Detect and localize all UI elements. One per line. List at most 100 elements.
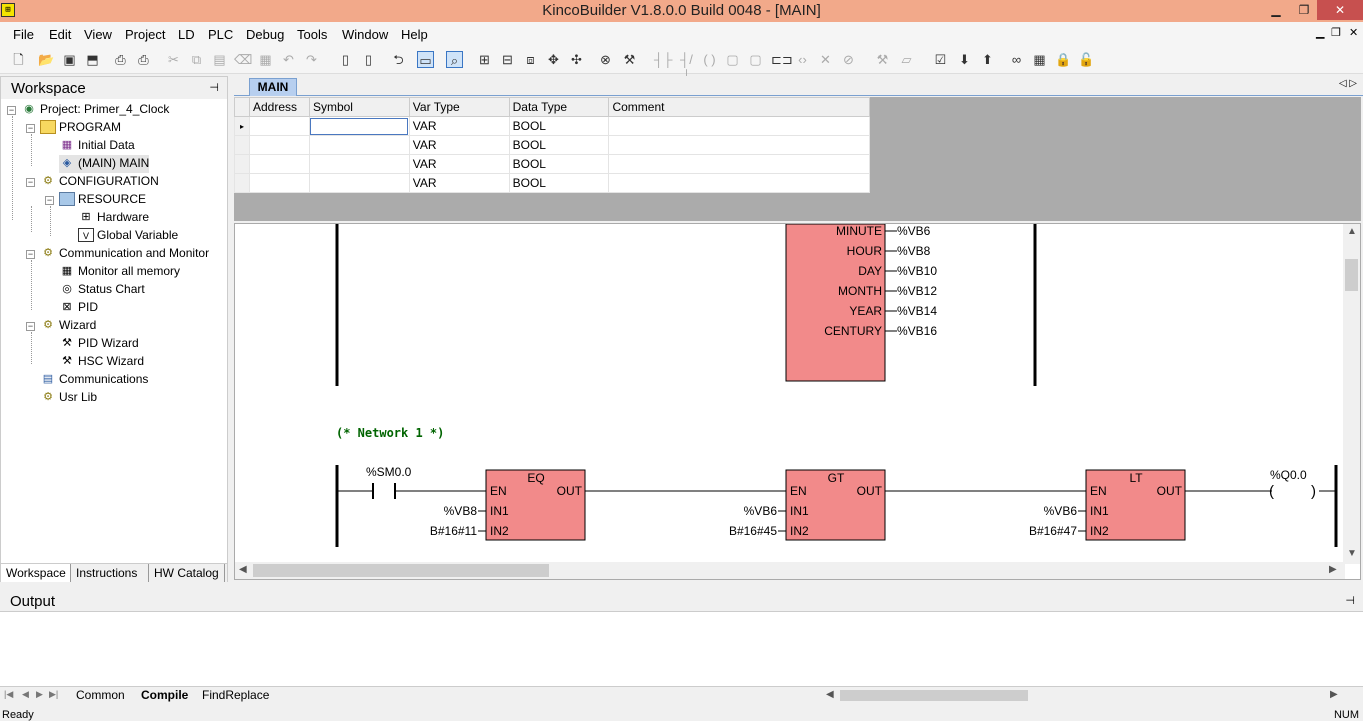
branch-icon[interactable]: ⊏⊐ — [771, 51, 793, 68]
menu-plc[interactable]: PLC — [208, 27, 233, 42]
menu-view[interactable]: View — [84, 27, 112, 42]
coil-icon[interactable]: ( ) — [701, 51, 718, 68]
tree-item-configuration[interactable]: ⚙ CONFIGURATION — [40, 173, 159, 191]
tree-item-global-variable[interactable]: V Global Variable — [78, 227, 178, 245]
tree-item-wizard[interactable]: ⚙ Wizard — [40, 317, 96, 335]
tree-item-project[interactable]: ◉ Project: Primer_4_Clock — [21, 101, 169, 119]
function-block-icon[interactable]: ▢ — [747, 51, 764, 68]
coil-right-paren[interactable]: ) — [1311, 483, 1316, 500]
tools-icon[interactable]: ⚒ — [874, 51, 891, 68]
cell-address[interactable] — [248, 154, 310, 174]
minimize-button[interactable]: ▁ — [1262, 0, 1290, 20]
scroll-thumb[interactable] — [1345, 259, 1358, 291]
tree-item-monitor-memory[interactable]: ▦ Monitor all memory — [59, 263, 180, 281]
prev-tab-icon[interactable]: ◀ — [22, 689, 29, 700]
mdi-minimize-icon[interactable]: ▁ — [1316, 26, 1324, 39]
cell-comment[interactable] — [608, 173, 870, 193]
collapse-program-icon[interactable]: − — [26, 124, 35, 133]
tab-compile[interactable]: Compile — [141, 688, 188, 702]
col-address[interactable]: Address — [248, 97, 310, 117]
cell-symbol[interactable] — [308, 173, 410, 193]
cell-var-type[interactable]: VAR — [408, 173, 510, 193]
scroll-down-icon[interactable]: ▼ — [1347, 548, 1357, 559]
tab-instructions[interactable]: Instructions — [71, 564, 149, 582]
menu-window[interactable]: Window — [342, 27, 388, 42]
scroll-left-icon[interactable]: ◀ — [826, 689, 834, 700]
col-comment[interactable]: Comment — [608, 97, 870, 117]
cell-var-type[interactable]: VAR — [408, 116, 510, 136]
expand-icon[interactable]: ✣ — [568, 51, 585, 68]
tree-item-resource[interactable]: RESOURCE — [59, 191, 146, 209]
scroll-left-icon[interactable]: ◀ — [239, 564, 247, 575]
cell-comment[interactable] — [608, 116, 870, 136]
new-icon[interactable]: 🗋 — [10, 51, 27, 68]
cell-data-type[interactable]: BOOL — [508, 173, 610, 193]
remove-icon[interactable]: ✕ — [817, 51, 834, 68]
compile-all-icon[interactable]: ⚒ — [621, 51, 638, 68]
menu-help[interactable]: Help — [401, 27, 428, 42]
scroll-thumb[interactable] — [253, 564, 549, 577]
cut-icon[interactable]: ✂ — [165, 51, 182, 68]
cell-comment[interactable] — [608, 135, 870, 155]
tree-item-status-chart[interactable]: ◎ Status Chart — [59, 281, 145, 299]
brackets-icon[interactable]: ‹› — [794, 51, 811, 68]
move-icon[interactable]: ✥ — [545, 51, 562, 68]
compile-icon[interactable]: ⊗ — [597, 51, 614, 68]
tab-common[interactable]: Common — [76, 688, 125, 702]
delete-icon[interactable]: ⌫ — [234, 51, 252, 68]
cell-data-type[interactable]: BOOL — [508, 154, 610, 174]
contact-nc-icon[interactable]: ┤/├ — [678, 51, 695, 84]
zoom-icon[interactable]: ⌕ — [446, 51, 463, 68]
tree-item-hsc-wizard[interactable]: ⚒ HSC Wizard — [59, 353, 144, 371]
next-tab-icon[interactable]: ▶ — [36, 689, 43, 700]
tree-item-program[interactable]: PROGRAM — [40, 119, 121, 137]
delete-branch-icon[interactable]: ⊘ — [840, 51, 857, 68]
menu-edit[interactable]: Edit — [49, 27, 71, 42]
download-icon[interactable]: ⬇ — [956, 51, 973, 68]
open-icon[interactable]: 📂 — [38, 51, 55, 68]
editor-horizontal-scrollbar[interactable]: ◀ ▶ — [235, 562, 1345, 579]
editor-vertical-scrollbar[interactable]: ▲ ▼ — [1343, 224, 1360, 564]
lock-icon[interactable]: 🔒 — [1055, 51, 1072, 68]
cell-comment[interactable] — [608, 154, 870, 174]
check-icon[interactable]: ☑ — [932, 51, 949, 68]
tab-findreplace[interactable]: FindReplace — [202, 688, 269, 702]
mdi-restore-icon[interactable]: ❐ — [1331, 26, 1341, 39]
row-header[interactable] — [234, 173, 250, 193]
tree-item-communications[interactable]: ▤ Communications — [40, 371, 149, 389]
ladder-diagram[interactable]: MINUTE %VB6 HOUR %VB8 DAY %VB10 MONTH %VB12 YEAR… — [235, 224, 1345, 564]
page-icon[interactable]: ▯ — [337, 51, 354, 68]
collapse-configuration-icon[interactable]: − — [26, 178, 35, 187]
cell-address[interactable] — [248, 173, 310, 193]
scroll-right-icon[interactable]: ▶ — [1329, 564, 1337, 575]
insert-column-icon[interactable]: ⧈ — [522, 51, 539, 68]
tree-item-initial-data[interactable]: ▦ Initial Data — [59, 137, 135, 155]
save-all-icon[interactable]: ▣ — [61, 51, 78, 68]
collapse-project-icon[interactable]: − — [7, 106, 16, 115]
tree-item-comm-monitor[interactable]: ⚙ Communication and Monitor — [40, 245, 209, 263]
box-icon[interactable]: ▢ — [724, 51, 741, 68]
mdi-close-icon[interactable]: ✕ — [1349, 26, 1358, 39]
collapse-resource-icon[interactable]: − — [45, 196, 54, 205]
window-toggle-icon[interactable]: ▭ — [417, 51, 434, 68]
menu-debug[interactable]: Debug — [246, 27, 284, 42]
cell-var-type[interactable]: VAR — [408, 135, 510, 155]
table-icon[interactable]: ▦ — [1031, 51, 1048, 68]
coil-left-paren[interactable]: ( — [1269, 483, 1274, 500]
contact-no-icon[interactable]: ┤├ — [654, 51, 672, 68]
back-icon[interactable]: ⮌ — [390, 51, 407, 68]
copy-icon[interactable]: ⧉ — [188, 51, 205, 68]
cell-var-type[interactable]: VAR — [408, 154, 510, 174]
insert-row-icon[interactable]: ⊟ — [499, 51, 516, 68]
col-data-type[interactable]: Data Type — [508, 97, 610, 117]
page-text-icon[interactable]: ▯ — [360, 51, 377, 68]
menu-tools[interactable]: Tools — [297, 27, 327, 42]
tree-item-main[interactable]: ◈ (MAIN) MAIN — [59, 155, 150, 173]
collapse-wizard-icon[interactable]: − — [26, 322, 35, 331]
row-header[interactable] — [234, 135, 250, 155]
print-icon[interactable]: ⎙ — [135, 51, 152, 68]
undo-icon[interactable]: ↶ — [280, 51, 297, 68]
scroll-thumb[interactable] — [840, 690, 1028, 701]
col-symbol[interactable]: Symbol — [308, 97, 410, 117]
pin-icon[interactable]: ⊣ — [209, 81, 219, 94]
